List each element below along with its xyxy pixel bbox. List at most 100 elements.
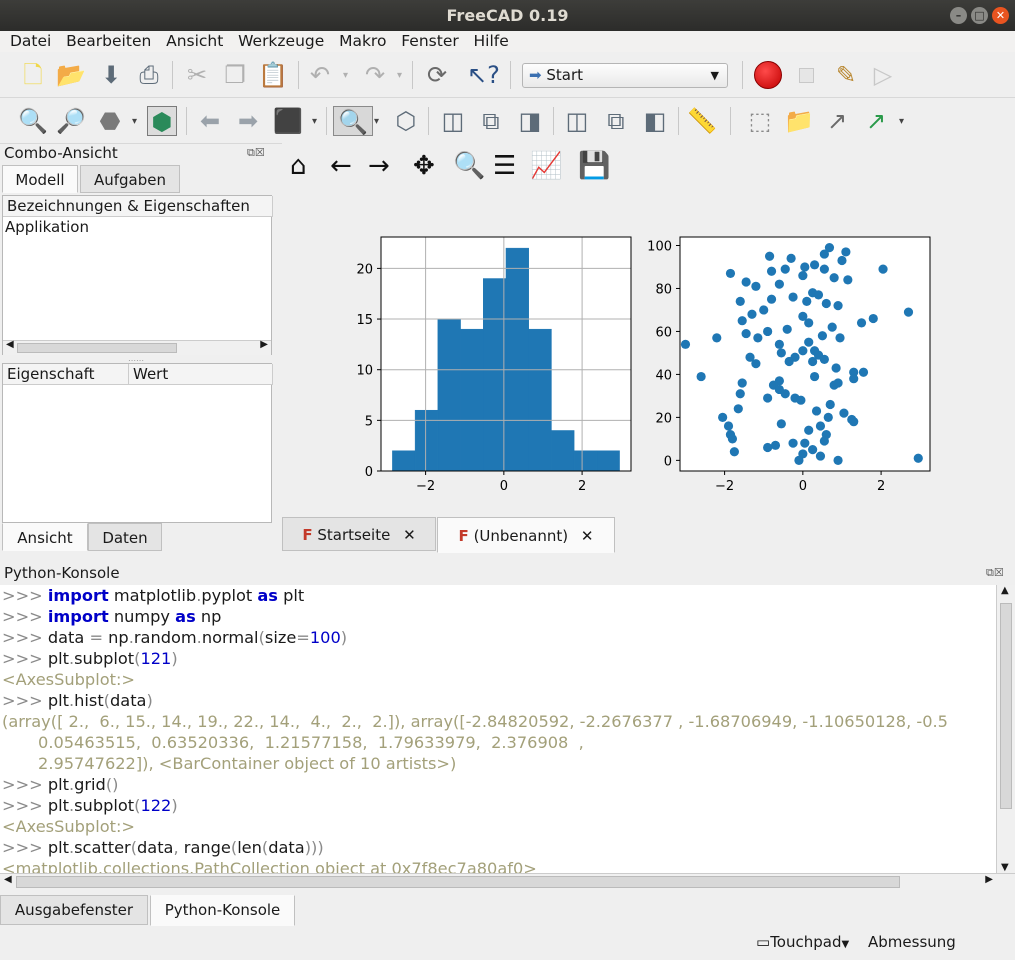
minimize-button[interactable]: – [950,7,967,24]
view-rear-icon[interactable]: ◫ [562,106,592,136]
figure: −2 0 205101520−2 0 2020406080100 [356,236,931,494]
tab-startseite[interactable]: F Startseite ✕ [282,517,436,551]
cut-icon[interactable]: ✂ [182,60,212,90]
measure-icon[interactable]: 📏 [687,106,717,136]
paste-icon[interactable]: 📋 [258,60,288,90]
maximize-button[interactable]: □ [971,7,988,24]
tab-aufgaben[interactable]: Aufgaben [80,165,180,193]
redo-dropdown-icon[interactable]: ▾ [397,70,402,81]
draw-style-dropdown-icon[interactable]: ▾ [132,116,137,127]
link-actions-icon[interactable]: ↗ [861,106,891,136]
tab-close-icon[interactable]: ✕ [403,526,416,544]
menu-hilfe[interactable]: Hilfe [474,31,509,51]
menu-bar: Datei Bearbeiten Ansicht Werkzeuge Makro… [0,31,1015,52]
scatter-point [741,328,751,339]
scatter-point [737,378,747,388]
view-isometric-icon[interactable]: ⬛ [273,106,303,136]
copy-icon[interactable]: ❐ [220,60,250,90]
tree-item-applikation[interactable]: Applikation [5,218,89,236]
console-output-line: <matplotlib.collections.PathCollection o… [2,859,537,873]
scatter-point [784,356,794,367]
print-icon[interactable]: ⎙ [134,60,164,90]
view-left-icon[interactable]: ◧ [640,106,670,136]
save-icon[interactable]: ⬇ [96,60,126,90]
fit-selection-icon[interactable]: 🔎 [56,106,86,136]
console-title: Python-Konsole [4,564,120,582]
link-dropdown-icon[interactable]: ▾ [899,116,904,127]
tab-ausgabefenster[interactable]: Ausgabefenster [0,895,148,925]
play-macro-icon[interactable]: ▷ [868,60,898,90]
property-view[interactable]: Eigenschaft Wert [2,363,273,523]
window-title: FreeCAD 0.19 [446,6,569,25]
plot-view: ⌂ ← → ✥ 🔍 ☰ 📈 💾 −2 0 2 0 5 10 15 20 −2 0 2 0 20 40 60 8… [282,143,1015,518]
fit-all-icon[interactable]: 🔍 [18,106,48,136]
redo-icon[interactable]: ↷ [360,60,390,90]
tab-startseite-label: Startseite [317,526,391,544]
arrow-right-icon: ➡ [529,66,542,84]
whats-this-icon[interactable]: ↖? [467,60,500,90]
scatter-point [843,275,853,285]
undo-icon[interactable]: ↶ [305,60,335,90]
tree-view[interactable]: Bezeichnungen & Eigenschaften Applikatio… [2,195,273,355]
part-icon[interactable]: ⬚ [745,106,775,136]
view-axo-icon[interactable]: ⬡ [391,106,421,136]
workbench-selector[interactable]: ➡ Start ▼ [522,63,728,88]
edit-macro-icon[interactable]: ✎ [831,60,861,90]
combo-view: Combo-Ansicht ⧉☒ Modell Aufgaben Bezeich… [0,143,276,557]
close-button[interactable]: ✕ [992,7,1009,24]
tab-unbenannt[interactable]: F (Unbenannt) ✕ [437,517,615,553]
tab-daten[interactable]: Daten [88,523,162,551]
forward-icon[interactable]: ➡ [233,106,263,136]
menu-datei[interactable]: Datei [10,31,51,51]
view-dropdown-icon[interactable]: ▾ [312,116,317,127]
touchpad-selector[interactable]: ▭Touchpad▼ [756,933,849,951]
link-icon[interactable]: ↗ [822,106,852,136]
menu-makro[interactable]: Makro [339,31,386,51]
menu-bearbeiten[interactable]: Bearbeiten [66,31,151,51]
menu-ansicht[interactable]: Ansicht [166,31,223,51]
std-view-fit-icon[interactable]: 🔍 [333,106,373,136]
tree-header: Bezeichnungen & Eigenschaften [3,196,273,217]
menu-fenster[interactable]: Fenster [401,31,459,51]
new-file-icon[interactable]: 🗋 [18,60,48,90]
tab-python-konsole[interactable]: Python-Konsole [150,895,295,926]
scatter-point [833,301,843,311]
tab-ansicht[interactable]: Ansicht [2,523,88,551]
stop-macro-icon[interactable] [799,68,814,83]
back-icon[interactable]: ⬅ [195,106,225,136]
float-close-icons[interactable]: ⧉☒ [986,566,1004,580]
console-text[interactable]: >>> import matplotlib.pyplot as plt >>> i… [0,585,996,873]
menu-werkzeuge[interactable]: Werkzeuge [238,31,324,51]
view-right-icon[interactable]: ◨ [515,106,545,136]
view-bottom-icon[interactable]: ⧉ [601,106,631,136]
toolbar-view: 🔍 🔎 ⬣ ▾ ⬢ ⬅ ➡ ⬛ ▾ 🔍 ▾ ⬡ ◫ ⧉ ◨ ◫ ⧉ ◧ 📏 ⬚ … [0,98,1015,144]
tree-hscrollbar[interactable]: ◀ ▶ [3,339,271,355]
scatter-point [833,378,843,388]
console-hscrollbar[interactable]: ◀ ▶ [0,873,1015,890]
scatter-point [808,445,818,455]
scatter-point [808,356,818,367]
scatter-point [774,279,784,289]
bounding-box-icon[interactable]: ⬢ [147,106,177,136]
group-folder-icon[interactable]: 📁 [784,106,814,136]
scatter-point [849,374,859,384]
float-close-icons[interactable]: ⧉☒ [247,146,265,160]
scatter-point [913,453,923,463]
hist-ytick-label: 10 [356,364,373,379]
undo-dropdown-icon[interactable]: ▾ [343,70,348,81]
scatter-point [751,281,761,291]
refresh-icon[interactable]: ⟳ [422,60,452,90]
tab-modell[interactable]: Modell [2,165,78,193]
view-top-icon[interactable]: ⧉ [476,106,506,136]
console-vscrollbar[interactable]: ▲ ▼ [996,585,1015,873]
draw-style-icon[interactable]: ⬣ [95,106,125,136]
open-folder-icon[interactable]: 📂 [56,60,86,90]
record-macro-icon[interactable] [754,61,782,89]
std-view-dropdown-icon[interactable]: ▾ [374,116,379,127]
tab-close-icon[interactable]: ✕ [581,527,594,545]
view-front-icon[interactable]: ◫ [438,106,468,136]
scatter-point [839,408,849,418]
freecad-icon: F [302,526,313,544]
scatter-point [811,406,822,416]
scatter-point [868,313,878,324]
